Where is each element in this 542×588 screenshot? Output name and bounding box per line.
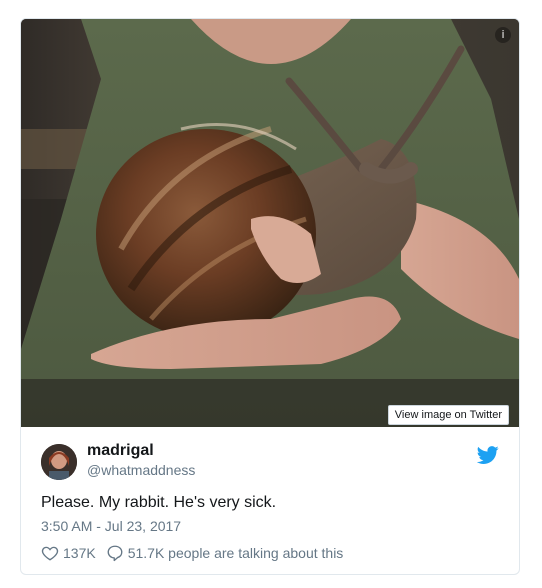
tweet-text: Please. My rabbit. He's very sick.	[41, 494, 277, 511]
tweet-photo[interactable]: i View image on Twitter	[21, 19, 519, 427]
reply-button[interactable]: 51.7K people are talking about this	[106, 544, 344, 562]
heart-icon	[41, 546, 59, 561]
tweet-timestamp[interactable]: 3:50 AM - Jul 23, 2017	[41, 518, 181, 534]
tweet-actions: 137K 51.7K people are talking about this	[41, 544, 353, 562]
like-count: 137K	[63, 545, 96, 561]
twitter-bird-icon[interactable]	[476, 444, 499, 466]
info-icon[interactable]: i	[495, 27, 511, 43]
avatar[interactable]	[41, 444, 77, 480]
tweet-author: madrigal @whatmaddness	[41, 440, 499, 480]
comment-icon	[107, 545, 123, 562]
snail-photo-illustration	[21, 19, 519, 427]
view-image-on-twitter-button[interactable]: View image on Twitter	[387, 405, 509, 425]
embedded-tweet-card: i View image on Twitter madrigal @whatma…	[20, 18, 520, 575]
conversation-count: 51.7K people are talking about this	[127, 545, 344, 561]
author-handle[interactable]: @whatmaddness	[87, 462, 195, 478]
like-button[interactable]: 137K	[41, 544, 96, 562]
author-display-name[interactable]: madrigal	[87, 442, 154, 460]
